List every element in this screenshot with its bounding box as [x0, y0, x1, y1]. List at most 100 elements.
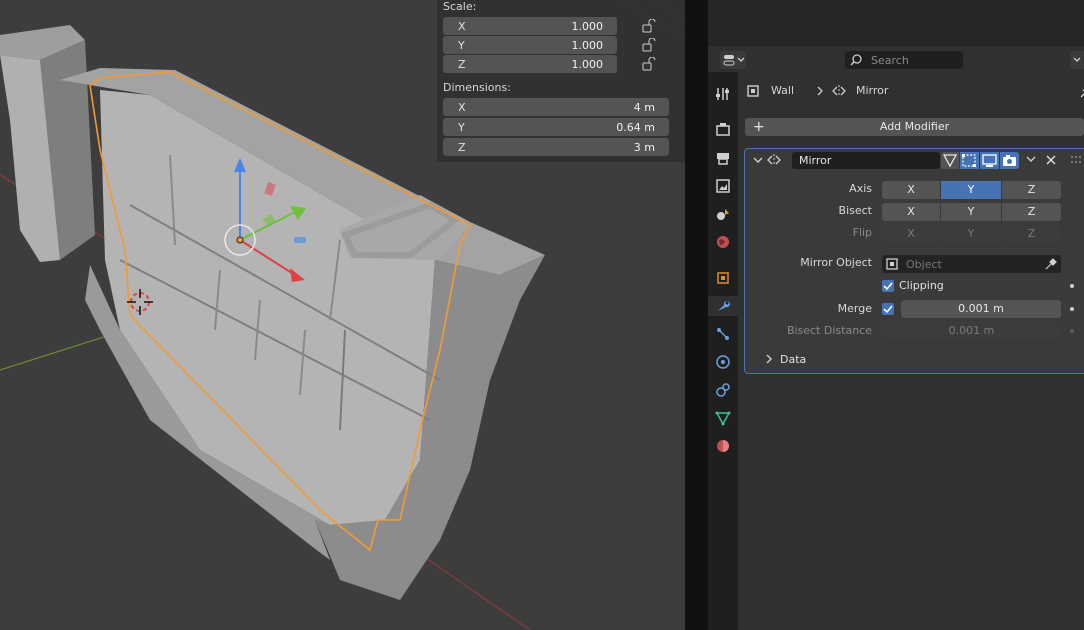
- tab-tool[interactable]: [713, 84, 733, 104]
- world-icon: [717, 236, 729, 248]
- dimension-y-field[interactable]: Y 0.64 m: [443, 118, 669, 136]
- bisect-distance-label: Bisect Distance: [786, 324, 872, 337]
- flip-x-button[interactable]: X: [882, 225, 940, 243]
- tab-scene[interactable]: [713, 204, 733, 224]
- breadcrumb-modifier: Mirror: [856, 84, 889, 97]
- breadcrumb-object: Wall: [771, 84, 795, 97]
- clipping-label: Clipping: [899, 279, 944, 292]
- dimension-z-field[interactable]: Z 3 m: [443, 138, 669, 156]
- 3d-viewport[interactable]: Scale: X 1.000 Y 1.000 Z 1.000 Dimension…: [0, 0, 685, 630]
- object-icon: [886, 258, 898, 270]
- axis-label: Axis: [849, 182, 872, 195]
- physics-icon: [716, 355, 730, 369]
- data-subpanel-header[interactable]: Data: [745, 346, 1084, 370]
- dimensions-label: Dimensions:: [443, 81, 511, 94]
- lock-open-icon[interactable]: [642, 57, 656, 71]
- field-axis: X: [458, 20, 466, 33]
- viewport-toggle[interactable]: [980, 152, 999, 169]
- field-axis: Y: [458, 121, 465, 134]
- tab-material[interactable]: [713, 436, 733, 456]
- object-icon: [717, 272, 729, 284]
- field-value: 3 m: [633, 141, 655, 154]
- eyedropper-icon[interactable]: [1045, 258, 1057, 270]
- tab-output[interactable]: [713, 148, 733, 168]
- scale-x-field[interactable]: X 1.000: [443, 17, 617, 35]
- mirror-object-field[interactable]: Object: [882, 255, 1061, 273]
- tab-object[interactable]: [713, 268, 733, 288]
- material-icon: [717, 440, 729, 452]
- mirror-modifier-icon: [767, 154, 781, 166]
- field-axis: Z: [458, 141, 466, 154]
- camera-icon: [1003, 155, 1016, 166]
- tab-physics[interactable]: [713, 352, 733, 372]
- edit-mode-toggle[interactable]: [960, 152, 979, 169]
- checkmark-icon: [883, 282, 893, 291]
- axis-y-button[interactable]: Y: [941, 181, 1001, 199]
- mirror-object-label: Mirror Object: [800, 256, 872, 269]
- search-input[interactable]: Search: [845, 51, 963, 69]
- field-value: 1.000: [571, 58, 604, 71]
- scale-z-field[interactable]: Z 1.000: [443, 55, 617, 73]
- search-icon: [850, 54, 862, 66]
- area-divider[interactable]: [685, 0, 708, 630]
- modifier-name: Mirror: [799, 154, 832, 167]
- tool-icon: [716, 88, 729, 100]
- chevron-down-icon[interactable]: [1025, 155, 1037, 165]
- close-icon[interactable]: [1045, 154, 1057, 166]
- view-layer-icon: [716, 179, 730, 193]
- lock-open-icon[interactable]: [642, 19, 656, 33]
- mirror-modifier-panel: Mirror Axis X Y Z Bisect X Y Z Flip X Y …: [744, 148, 1084, 374]
- tab-data[interactable]: [713, 408, 733, 428]
- bisect-distance-field[interactable]: 0.001 m: [882, 322, 1061, 340]
- mirror-object-placeholder: Object: [906, 258, 942, 271]
- bisect-y-button[interactable]: Y: [941, 203, 1001, 221]
- edit-mode-icon: [962, 154, 976, 167]
- data-subpanel-label: Data: [780, 353, 807, 366]
- merge-checkbox[interactable]: [882, 303, 894, 315]
- flip-y-button[interactable]: Y: [941, 225, 1001, 243]
- tab-constraints[interactable]: [713, 380, 733, 400]
- scale-label: Scale:: [443, 0, 477, 13]
- lock-open-icon[interactable]: [642, 38, 656, 52]
- wall-left-piece: [0, 25, 95, 262]
- vertex-triangle-icon: [942, 154, 958, 168]
- plus-icon: +: [753, 119, 765, 135]
- tab-particles[interactable]: [713, 324, 733, 344]
- collapse-chevron-icon[interactable]: [752, 156, 764, 166]
- pin-icon[interactable]: [1080, 84, 1084, 98]
- field-axis: Y: [458, 39, 465, 52]
- bisect-label: Bisect: [838, 204, 872, 217]
- editor-type-icon: [723, 55, 745, 66]
- tab-modifiers[interactable]: [708, 296, 738, 316]
- wrench-icon: [718, 301, 730, 311]
- drag-handle-icon[interactable]: [1070, 155, 1082, 165]
- flip-z-button[interactable]: Z: [1002, 225, 1061, 243]
- on-cage-toggle[interactable]: [941, 152, 959, 169]
- keyframe-dot[interactable]: [1070, 284, 1074, 288]
- add-modifier-button[interactable]: + Add Modifier: [745, 118, 1084, 136]
- object-icon: [747, 85, 759, 97]
- axis-z-button[interactable]: Z: [1002, 181, 1061, 199]
- bisect-z-button[interactable]: Z: [1002, 203, 1061, 221]
- render-toggle[interactable]: [1000, 152, 1019, 169]
- axis-x-button[interactable]: X: [882, 181, 940, 199]
- field-axis: Z: [458, 58, 466, 71]
- tab-render[interactable]: [713, 119, 733, 139]
- keyframe-dot[interactable]: [1070, 307, 1074, 311]
- options-dropdown[interactable]: [1070, 51, 1084, 69]
- tab-view-layer[interactable]: [713, 176, 733, 196]
- bisect-x-button[interactable]: X: [882, 203, 940, 221]
- editor-type-button[interactable]: [720, 51, 746, 69]
- dimension-x-field[interactable]: X 4 m: [443, 98, 669, 116]
- scale-y-field[interactable]: Y 1.000: [443, 36, 617, 54]
- clipping-checkbox[interactable]: [882, 280, 894, 292]
- add-modifier-label: Add Modifier: [879, 120, 950, 133]
- tab-world[interactable]: [713, 232, 733, 252]
- monitor-icon: [982, 154, 997, 167]
- search-placeholder: Search: [871, 54, 909, 67]
- merge-distance-field[interactable]: 0.001 m: [901, 300, 1061, 318]
- upper-editor-area: [708, 0, 1084, 46]
- keyframe-dot[interactable]: [1070, 329, 1074, 333]
- modifier-name-field[interactable]: Mirror: [792, 152, 940, 169]
- field-value: 1.000: [571, 39, 604, 52]
